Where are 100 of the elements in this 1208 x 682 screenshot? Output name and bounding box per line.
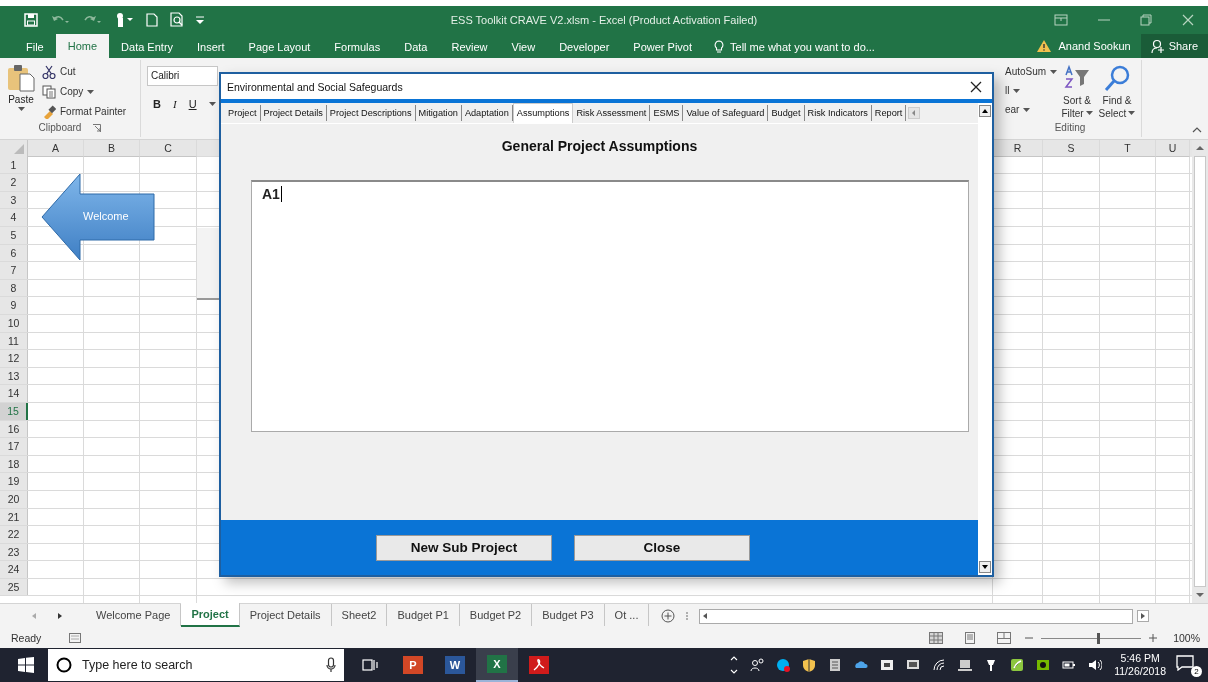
macro-recording-icon[interactable]: [69, 633, 82, 644]
speaker-icon[interactable]: [1088, 658, 1103, 672]
square-app-icon[interactable]: [880, 658, 895, 672]
paste-button[interactable]: Paste: [6, 63, 36, 121]
people-icon[interactable]: [750, 658, 765, 672]
ribbon-tab[interactable]: Review: [439, 35, 500, 58]
zoom-level[interactable]: 100%: [1173, 632, 1200, 645]
ribbon-tab[interactable]: Formulas: [322, 35, 393, 58]
sheet-tab[interactable]: Project Details: [239, 604, 332, 627]
document-icon[interactable]: [828, 658, 843, 672]
fill-button[interactable]: ll: [1005, 82, 1055, 99]
dialog-tab[interactable]: Mitigation: [415, 105, 462, 121]
dialog-tab[interactable]: Project Descriptions: [326, 105, 416, 121]
format-painter-button[interactable]: Format Painter: [42, 103, 127, 120]
caret-icon[interactable]: [1085, 111, 1093, 116]
autosum-button[interactable]: AutoSum: [1005, 63, 1055, 80]
dialog-tab[interactable]: Risk Indicators: [804, 105, 872, 121]
sheet-tab[interactable]: Budget P1: [387, 604, 460, 627]
restore-icon[interactable]: [1140, 13, 1152, 26]
copy-button[interactable]: Copy: [42, 83, 127, 100]
clock[interactable]: 5:46 PM 11/26/2018: [1114, 652, 1166, 678]
row-header[interactable]: 17: [0, 438, 28, 455]
row-header[interactable]: 4: [0, 209, 28, 226]
excel-taskbar-button[interactable]: X: [476, 648, 518, 682]
next-sheet-icon[interactable]: [56, 612, 64, 621]
caret-icon[interactable]: [1128, 111, 1136, 116]
add-sheet-icon[interactable]: [661, 609, 676, 624]
chat-app-icon[interactable]: [776, 658, 791, 672]
ribbon-display-icon[interactable]: [1054, 13, 1068, 26]
clear-button[interactable]: ear: [1005, 101, 1055, 118]
caret-icon[interactable]: [1050, 69, 1058, 74]
powerpoint-taskbar-button[interactable]: P: [392, 648, 434, 682]
ribbon-tab[interactable]: Data Entry: [109, 35, 186, 58]
dialog-tab[interactable]: ESMS: [650, 105, 684, 121]
row-header[interactable]: 14: [0, 385, 28, 402]
normal-view-icon[interactable]: [929, 632, 944, 645]
ribbon-tab[interactable]: Insert: [185, 35, 237, 58]
cut-button[interactable]: Cut: [42, 63, 127, 80]
dialog-tab[interactable]: Value of Safeguard: [683, 105, 769, 121]
ribbon-tab[interactable]: Power Pivot: [621, 35, 704, 58]
caret-icon[interactable]: [1023, 107, 1031, 112]
ribbon-tab[interactable]: Data: [392, 35, 440, 58]
new-sub-project-button[interactable]: New Sub Project: [376, 534, 552, 561]
graphics-app-icon[interactable]: [1036, 658, 1051, 672]
row-header[interactable]: 9: [0, 297, 28, 314]
ribbon-tab[interactable]: View: [499, 35, 548, 58]
shield-icon[interactable]: [802, 658, 817, 672]
row-header[interactable]: 12: [0, 350, 28, 367]
monitor-app-icon[interactable]: [906, 658, 921, 672]
bold-button[interactable]: B: [153, 97, 161, 110]
row-header[interactable]: 19: [0, 473, 28, 490]
task-view-icon[interactable]: [362, 657, 378, 673]
find-select-button[interactable]: Find & Select: [1099, 63, 1135, 121]
caret-icon[interactable]: [87, 89, 95, 94]
sheet-tab[interactable]: Budget P3: [532, 604, 605, 627]
scroll-down-icon[interactable]: [979, 561, 991, 573]
scroll-up-icon[interactable]: [979, 105, 991, 117]
underline-button[interactable]: U: [188, 97, 197, 110]
notifications-button[interactable]: 2: [1176, 655, 1200, 675]
customize-icon[interactable]: [196, 15, 204, 24]
page-layout-view-icon[interactable]: [963, 632, 978, 645]
scroll-right-icon[interactable]: [1137, 610, 1150, 623]
tell-me-search[interactable]: Tell me what you want to do...: [714, 35, 875, 58]
print-preview-icon[interactable]: [170, 12, 184, 28]
new-document-icon[interactable]: [146, 12, 158, 27]
row-header[interactable]: 5: [0, 227, 28, 244]
dialog-tab[interactable]: Report: [871, 105, 907, 121]
laptop-icon[interactable]: [958, 658, 973, 672]
show-hidden-icons-icon[interactable]: [730, 654, 739, 676]
assumptions-text-field[interactable]: A1: [251, 180, 969, 432]
sheet-tab[interactable]: Ot ...: [604, 604, 650, 627]
ribbon-tab[interactable]: Page Layout: [236, 35, 323, 58]
sort-filter-button[interactable]: Sort & Filter: [1061, 63, 1093, 121]
page-break-view-icon[interactable]: [997, 632, 1012, 645]
battery-icon[interactable]: [1062, 658, 1077, 672]
save-icon[interactable]: [24, 12, 38, 27]
windows-start-icon[interactable]: [18, 657, 34, 673]
sheet-tab[interactable]: Sheet2: [331, 604, 388, 627]
dialog-launcher-icon[interactable]: [93, 123, 102, 132]
row-header[interactable]: 7: [0, 262, 28, 279]
dialog-tab[interactable]: Project Details: [260, 105, 327, 121]
ribbon-tab[interactable]: Home: [55, 33, 110, 58]
left-arrow-shape[interactable]: [41, 173, 155, 261]
italic-button[interactable]: I: [172, 97, 177, 110]
row-header[interactable]: 24: [0, 561, 28, 578]
wifi-icon[interactable]: [932, 658, 947, 672]
collapse-ribbon-icon[interactable]: [1192, 126, 1202, 133]
zoom-in-icon[interactable]: [1149, 634, 1158, 643]
dialog-tab[interactable]: Risk Assessment: [573, 105, 651, 121]
word-taskbar-button[interactable]: W: [434, 648, 476, 682]
dialog-scrollbar[interactable]: [978, 103, 992, 575]
user-name[interactable]: Anand Sookun: [1058, 39, 1131, 52]
share-button[interactable]: Share: [1140, 33, 1208, 58]
leaf-app-icon[interactable]: [1010, 658, 1025, 672]
dialog-tab[interactable]: Budget: [768, 105, 805, 121]
horizontal-scrollbar[interactable]: [699, 608, 1134, 624]
close-button[interactable]: Close: [574, 534, 750, 561]
sheet-tab[interactable]: Project: [181, 603, 240, 628]
microphone-icon[interactable]: [326, 657, 336, 673]
dialog-tab[interactable]: Adaptation: [461, 105, 513, 121]
